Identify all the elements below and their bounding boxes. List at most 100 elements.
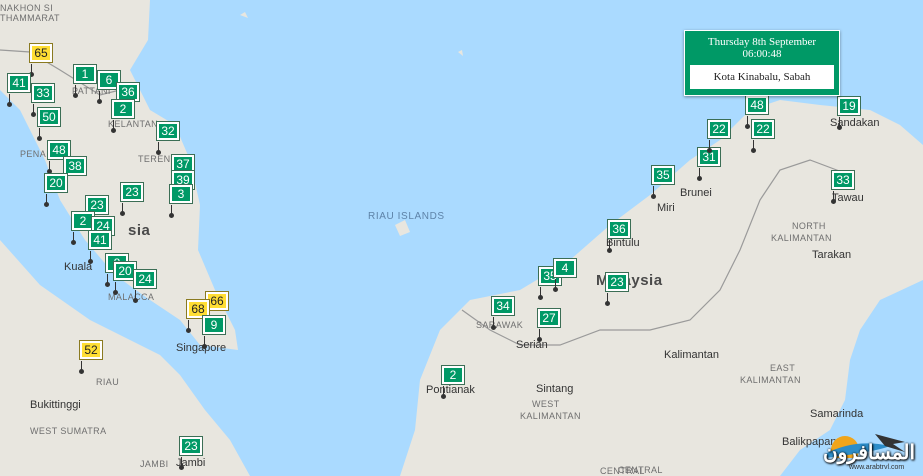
aqi-marker[interactable]: 36 [607, 220, 630, 253]
marker-pin [111, 120, 116, 133]
aqi-value: 4 [554, 259, 576, 277]
map-label-penang: PENA [20, 149, 47, 159]
marker-pin [133, 290, 138, 303]
aqi-value: 22 [708, 120, 730, 138]
aqi-marker[interactable]: 2 [441, 366, 464, 399]
aqi-marker[interactable]: 27 [537, 309, 560, 342]
aqi-marker[interactable]: 23 [605, 273, 628, 306]
map-label-kalimantan: Kalimantan [664, 349, 720, 361]
info-window[interactable]: Thursday 8th September 06:00:48 Kota Kin… [684, 30, 840, 96]
aqi-marker[interactable]: 38 [63, 157, 86, 190]
aqi-value: 66 [206, 292, 228, 310]
marker-pin [553, 279, 558, 292]
aqi-marker[interactable]: 52 [79, 341, 102, 374]
map-label-west-kal-1: WEST [532, 399, 560, 409]
aqi-value: 48 [746, 96, 768, 114]
map-label-kuala: Kuala [64, 261, 93, 273]
aqi-marker[interactable]: 2 [71, 212, 94, 245]
map-label-north-kal-2: KALIMANTAN [771, 233, 832, 243]
map-label-west-sumatra: WEST SUMATRA [30, 426, 107, 436]
marker-pin [186, 320, 191, 333]
aqi-marker[interactable]: 1 [73, 65, 96, 98]
aqi-value: 23 [121, 183, 143, 201]
aqi-value: 35 [652, 166, 674, 184]
map-label-sintang: Sintang [536, 383, 574, 395]
aqi-value: 36 [608, 220, 630, 238]
aqi-value: 2 [72, 212, 94, 230]
marker-pin [441, 386, 446, 399]
aqi-value: 50 [38, 108, 60, 126]
aqi-marker[interactable]: 50 [37, 108, 60, 141]
aqi-marker[interactable]: 20 [44, 174, 67, 207]
map-label-north-kal-1: NORTH [792, 221, 826, 231]
map-label-brunei: Brunei [680, 187, 712, 199]
info-date: Thursday 8th September 06:00:48 [685, 36, 839, 60]
aqi-value: 22 [752, 120, 774, 138]
marker-pin [29, 64, 34, 77]
aqi-value: 65 [30, 44, 52, 62]
marker-pin [7, 94, 12, 107]
aqi-marker[interactable]: 65 [29, 44, 52, 77]
aqi-marker[interactable]: 48 [745, 96, 768, 129]
map-label-tarakan: Tarakan [812, 249, 852, 261]
aqi-value: 36 [117, 83, 139, 101]
aqi-marker[interactable]: 41 [7, 74, 30, 107]
aqi-value: 19 [838, 97, 860, 115]
marker-pin [697, 168, 702, 181]
aqi-marker[interactable]: 20 [113, 262, 136, 295]
aqi-marker[interactable]: 4 [553, 259, 576, 292]
aqi-marker[interactable]: 36 [116, 83, 139, 116]
marker-pin [491, 317, 496, 330]
aqi-marker[interactable]: 35 [651, 166, 674, 199]
aqi-marker[interactable]: 66 [205, 292, 228, 325]
info-time-line: 06:00:48 [742, 48, 782, 60]
marker-pin [44, 194, 49, 207]
aqi-value: 20 [45, 174, 67, 192]
aqi-marker[interactable]: 32 [156, 122, 179, 155]
site-watermark: المسافرون www.arabtrvl.com [815, 418, 923, 476]
aqi-marker[interactable]: 24 [133, 270, 156, 303]
map-label-serian: Serian [516, 339, 548, 351]
marker-pin [837, 117, 842, 130]
aqi-marker[interactable]: 23 [120, 183, 143, 216]
map-label-miri: Miri [657, 202, 675, 214]
marker-pin [179, 457, 184, 470]
map-view[interactable]: NAKHON SI THAMMARAT PATTANI KELANTAN TERENG P… [0, 0, 923, 476]
aqi-value: 33 [832, 171, 854, 189]
aqi-marker[interactable]: 9 [202, 316, 225, 349]
marker-pin [538, 287, 543, 300]
aqi-marker[interactable]: 23 [179, 437, 202, 470]
aqi-marker[interactable]: 34 [491, 297, 514, 330]
aqi-marker[interactable]: 33 [31, 84, 54, 117]
marker-pin [120, 203, 125, 216]
marker-pin [79, 361, 84, 374]
aqi-value: 41 [8, 74, 30, 92]
aqi-value: 27 [538, 309, 560, 327]
marker-pin [169, 205, 174, 218]
aqi-marker[interactable]: 19 [837, 97, 860, 130]
marker-pin [707, 140, 712, 153]
aqi-marker[interactable]: 33 [831, 171, 854, 204]
map-label-west-kal-2: KALIMANTAN [520, 411, 581, 421]
aqi-marker[interactable]: 41 [88, 231, 111, 264]
aqi-value: 23 [180, 437, 202, 455]
aqi-value: 3 [170, 185, 192, 203]
map-label-nakhon: NAKHON SI [0, 3, 54, 13]
marker-pin [47, 161, 52, 174]
aqi-value: 34 [492, 297, 514, 315]
aqi-marker[interactable]: 22 [707, 120, 730, 153]
marker-pin [537, 329, 542, 342]
aqi-marker[interactable]: 3 [169, 185, 192, 218]
marker-pin [31, 104, 36, 117]
aqi-value: 23 [606, 273, 628, 291]
marker-pin [73, 85, 78, 98]
map-label-malaysia-west: sia [128, 222, 151, 239]
aqi-marker[interactable]: 2 [111, 100, 134, 133]
aqi-marker[interactable]: 22 [751, 120, 774, 153]
marker-pin [745, 116, 750, 129]
marker-pin [831, 191, 836, 204]
aqi-value: 2 [112, 100, 134, 118]
map-label-east-kal-1: EAST [770, 363, 796, 373]
marker-pin [105, 274, 110, 287]
aqi-value: 1 [74, 65, 96, 83]
